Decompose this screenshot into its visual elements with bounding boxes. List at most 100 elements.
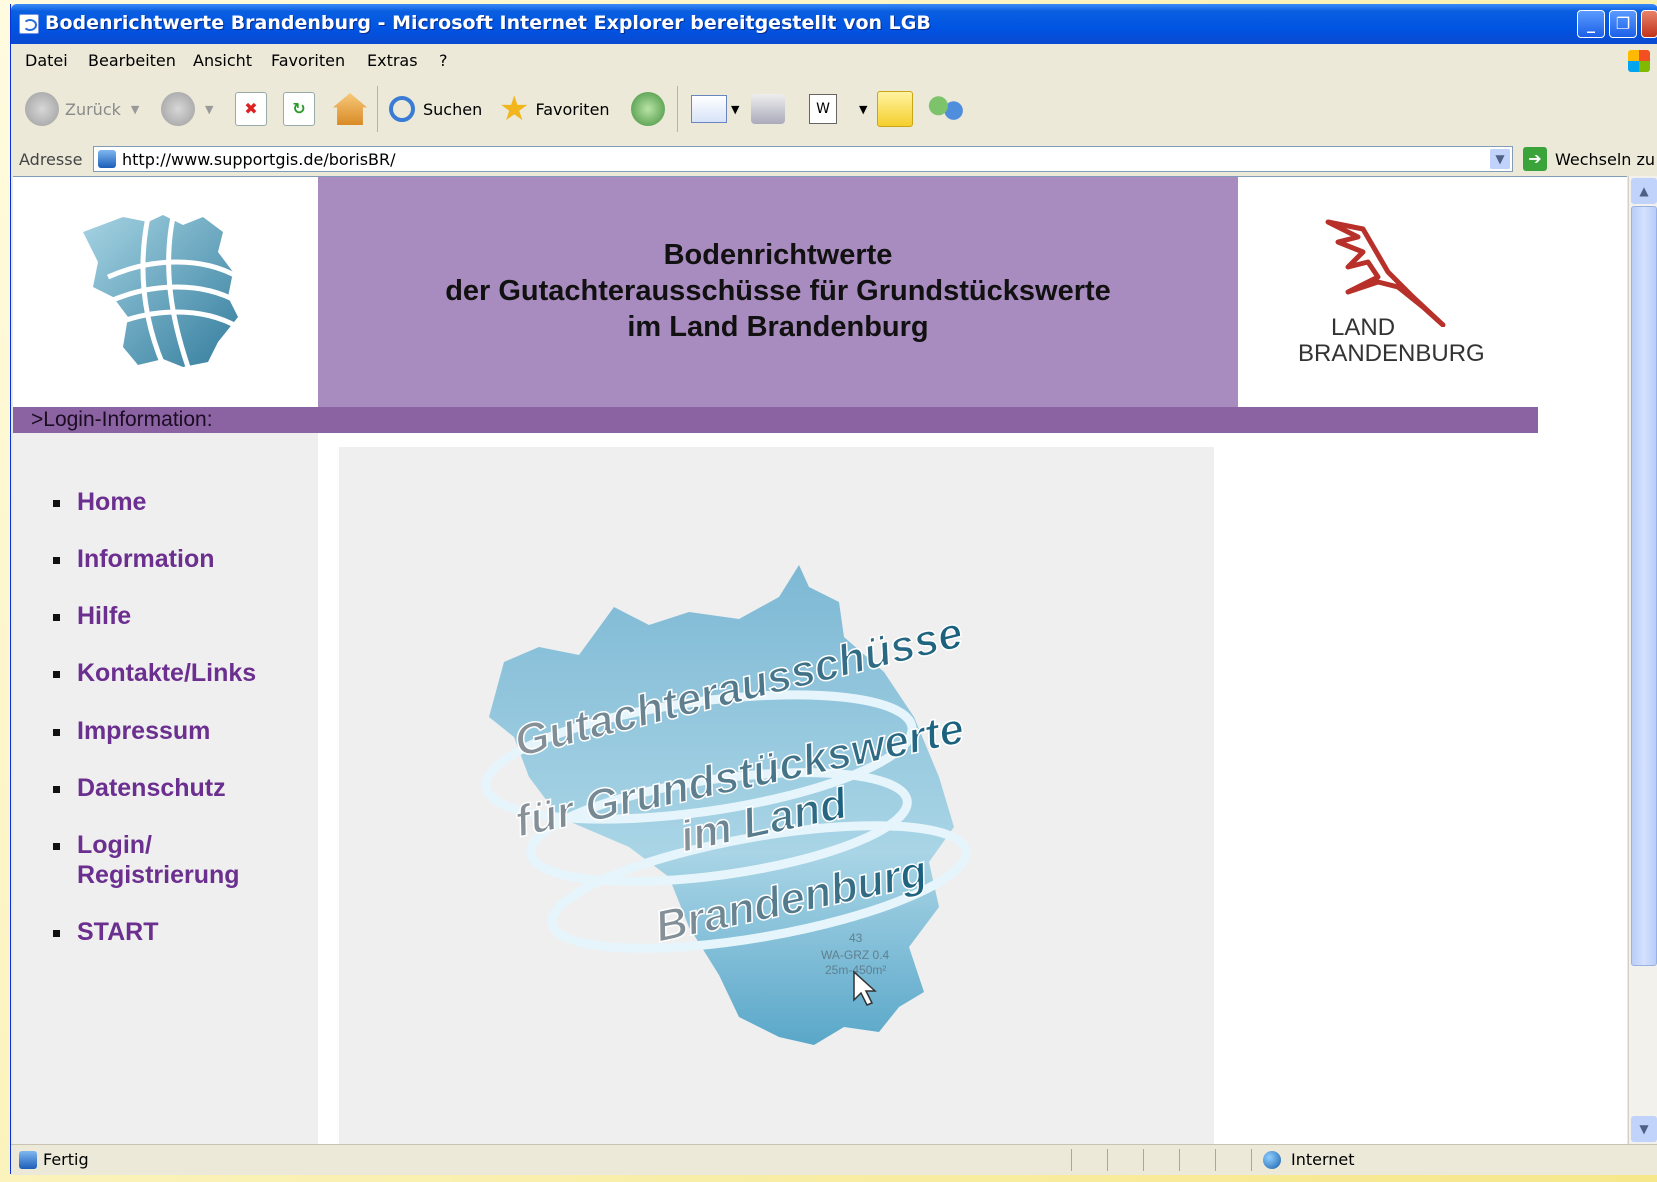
back-dropdown-icon[interactable]: ▼	[131, 103, 139, 116]
favorites-label: Favoriten	[535, 99, 610, 119]
back-arrow-icon	[25, 92, 59, 126]
nav-impressum-label: Impressum	[77, 717, 211, 745]
browser-window: Bodenrichtwerte Brandenburg - Microsoft …	[10, 4, 1657, 1175]
nav-home-label: Home	[77, 488, 147, 516]
back-label: Zurück	[65, 99, 121, 119]
nav-hilfe[interactable]: Hilfe	[53, 601, 131, 631]
scroll-down-icon[interactable]: ▼	[1631, 1116, 1657, 1142]
nav-home[interactable]: Home	[53, 487, 146, 517]
status-divider	[1215, 1149, 1216, 1171]
status-divider	[1071, 1149, 1072, 1171]
header-subtitle-2: im Land Brandenburg	[627, 311, 929, 343]
close-button[interactable]	[1641, 10, 1657, 38]
menu-bar: Datei Bearbeiten Ansicht Favoriten Extra…	[11, 44, 1657, 77]
go-button[interactable]: ➔ Wechseln zu	[1523, 147, 1655, 171]
nav-login-registrierung[interactable]: Login/ Registrierung	[53, 830, 240, 890]
nav-information[interactable]: Information	[53, 544, 215, 574]
mail-dropdown-icon[interactable]: ▼	[731, 103, 739, 116]
brandenburg-label: BRANDENBURG	[1298, 340, 1485, 367]
print-button[interactable]	[751, 90, 785, 128]
menu-favoriten[interactable]: Favoriten	[271, 51, 345, 70]
forward-button[interactable]: ▼	[161, 90, 213, 128]
star-icon: ★	[499, 89, 530, 129]
maximize-button[interactable]: ❐	[1609, 10, 1637, 38]
header-subtitle: der Gutachterausschüsse für Grundstücksw…	[445, 275, 1111, 307]
edit-dropdown-icon[interactable]: ▼	[859, 103, 867, 116]
vertical-scrollbar[interactable]: ▲ ▼	[1628, 176, 1657, 1144]
scroll-up-icon[interactable]: ▲	[1631, 178, 1657, 204]
login-info-text: >Login-Information:	[31, 408, 213, 431]
search-button[interactable]: Suchen	[389, 90, 482, 128]
gutachter-logo-cell	[13, 177, 318, 407]
stop-button[interactable]: ✖	[235, 90, 267, 128]
bullet-icon	[53, 614, 60, 621]
back-button[interactable]: Zurück ▼	[25, 90, 139, 128]
ie-icon	[19, 14, 39, 34]
land-brandenburg-logo: LAND BRANDENBURG	[1238, 177, 1538, 407]
edit-button[interactable]: W ▼	[809, 90, 867, 128]
bullet-icon	[53, 786, 60, 793]
splash-panel: Gutachterausschüsse für Grundstückswerte…	[339, 447, 1214, 1145]
home-button[interactable]	[333, 90, 367, 128]
menu-extras[interactable]: Extras	[367, 51, 418, 70]
nav-impressum[interactable]: Impressum	[53, 716, 210, 746]
mail-icon	[691, 95, 727, 123]
refresh-icon: ↻	[283, 92, 315, 126]
menu-help[interactable]: ?	[439, 51, 448, 70]
messenger-button[interactable]	[927, 90, 965, 128]
windows-logo-icon	[1628, 50, 1650, 72]
status-divider	[1179, 1149, 1180, 1171]
page-icon	[98, 150, 116, 168]
notes-button[interactable]	[877, 90, 913, 128]
zone-label: Internet	[1291, 1150, 1355, 1169]
search-icon	[389, 96, 415, 122]
page-done-icon	[19, 1151, 37, 1169]
minimize-button[interactable]: _	[1577, 10, 1605, 38]
nav-kontakte-links[interactable]: Kontakte/Links	[53, 658, 256, 688]
nav-kontakte-links-label: Kontakte/Links	[77, 659, 257, 687]
forward-dropdown-icon[interactable]: ▼	[205, 103, 213, 116]
mail-button[interactable]: ▼	[691, 90, 739, 128]
globe-icon	[1263, 1151, 1281, 1169]
title-bar: Bodenrichtwerte Brandenburg - Microsoft …	[11, 4, 1657, 44]
printer-icon	[751, 94, 785, 124]
nav-registrierung-label: Registrierung	[77, 861, 240, 889]
messenger-icon	[927, 93, 965, 125]
status-divider	[1107, 1149, 1108, 1171]
status-text: Fertig	[43, 1150, 89, 1169]
login-info-bar: >Login-Information:	[13, 407, 1538, 433]
gutachter-logo-icon	[83, 215, 240, 368]
refresh-button[interactable]: ↻	[283, 90, 315, 128]
menu-datei[interactable]: Datei	[25, 51, 68, 70]
window-title: Bodenrichtwerte Brandenburg - Microsoft …	[45, 12, 931, 34]
bullet-icon	[53, 500, 60, 507]
map-label-number: 43	[849, 931, 863, 945]
nav-information-label: Information	[77, 545, 215, 573]
scroll-thumb[interactable]	[1631, 206, 1657, 966]
nav-start[interactable]: START	[53, 917, 158, 947]
forward-arrow-icon	[161, 92, 195, 126]
menu-bearbeiten[interactable]: Bearbeiten	[88, 51, 176, 70]
address-url: http://www.supportgis.de/borisBR/	[122, 150, 396, 169]
status-divider	[1143, 1149, 1144, 1171]
address-label: Adresse	[19, 150, 83, 169]
address-dropdown-icon[interactable]: ▼	[1490, 149, 1510, 169]
splash-image[interactable]: Gutachterausschüsse für Grundstückswerte…	[339, 447, 1214, 1145]
toolbar: Zurück ▼ ▼ ✖ ↻ Suchen ★ Favoriten ▼ W ▼	[11, 76, 1657, 143]
sidebar-nav: Home Information Hilfe Kontakte/Links Im…	[13, 433, 318, 1145]
nav-datenschutz[interactable]: Datenschutz	[53, 773, 226, 803]
page-viewport: Bodenrichtwerte der Gutachterausschüsse …	[13, 176, 1627, 1145]
go-label: Wechseln zu	[1555, 149, 1656, 169]
address-input[interactable]: http://www.supportgis.de/borisBR/ ▼	[93, 146, 1513, 172]
history-button[interactable]	[631, 90, 665, 128]
menu-ansicht[interactable]: Ansicht	[193, 51, 252, 70]
favorites-button[interactable]: ★ Favoriten	[499, 90, 610, 128]
bullet-icon	[53, 930, 60, 937]
bullet-icon	[53, 671, 60, 678]
nav-start-label: START	[77, 918, 159, 946]
address-bar: Adresse http://www.supportgis.de/borisBR…	[11, 142, 1657, 176]
page-header: Bodenrichtwerte der Gutachterausschüsse …	[318, 177, 1238, 407]
go-arrow-icon: ➔	[1523, 147, 1547, 171]
eagle-icon	[1325, 219, 1446, 328]
map-label-zone: WA-GRZ 0.4	[821, 948, 890, 962]
